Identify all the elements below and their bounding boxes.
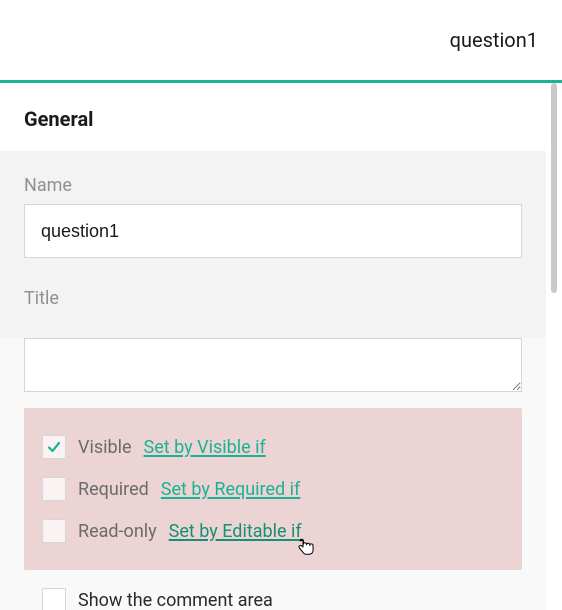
visible-label: Visible: [78, 437, 132, 458]
name-input[interactable]: [24, 204, 522, 258]
title-textarea[interactable]: [24, 338, 522, 392]
required-label: Required: [78, 479, 149, 500]
required-checkbox[interactable]: [42, 477, 66, 501]
title-label: Title: [24, 288, 522, 309]
page-title: question1: [450, 28, 538, 52]
readonly-checkbox[interactable]: [42, 519, 66, 543]
flags-highlight-box: Visible Set by Visible if Required Set b…: [24, 408, 522, 570]
show-comment-label: Show the comment area: [78, 590, 273, 610]
visible-by-link[interactable]: Set by Visible if: [144, 437, 266, 458]
show-comment-checkbox[interactable]: [42, 588, 66, 610]
check-icon: [46, 439, 62, 455]
section-title-general: General: [0, 83, 546, 151]
scrollbar-thumb[interactable]: [551, 83, 557, 293]
properties-panel: General Name Title: [0, 83, 546, 610]
readonly-label: Read-only: [78, 521, 157, 542]
required-by-link[interactable]: Set by Required if: [161, 479, 300, 500]
visible-checkbox[interactable]: [42, 435, 66, 459]
name-label: Name: [24, 175, 522, 196]
scrollbar-track[interactable]: [546, 83, 562, 610]
form-area: Name Title: [0, 151, 546, 338]
editable-by-link[interactable]: Set by Editable if: [169, 521, 302, 542]
